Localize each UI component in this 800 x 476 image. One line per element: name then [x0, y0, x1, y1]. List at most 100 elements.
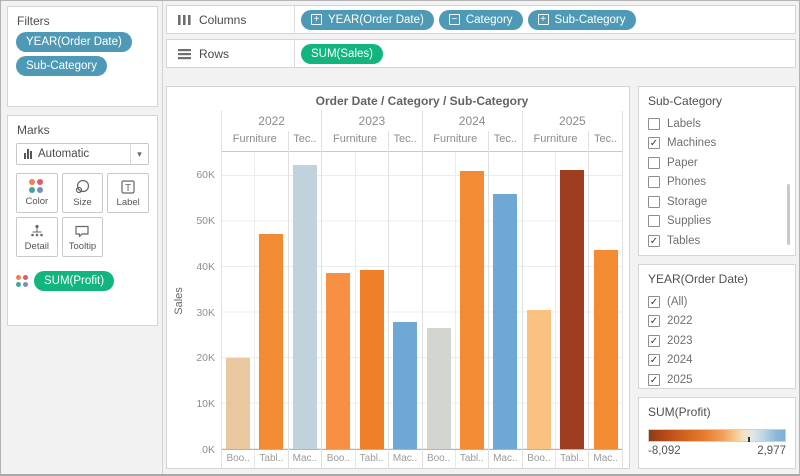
- checked-checkbox-icon[interactable]: ✓: [648, 235, 660, 247]
- columns-pill-sub-category[interactable]: +Sub-Category: [528, 10, 636, 30]
- subcategory-item-labels[interactable]: Labels: [648, 114, 795, 134]
- year-item--all-[interactable]: ✓(All): [648, 292, 795, 312]
- pill-label: SUM(Sales): [311, 48, 373, 60]
- y-axis-ticks: Sales 0K10K20K30K40K50K60K: [167, 151, 221, 450]
- year-item-2024[interactable]: ✓2024: [648, 351, 795, 371]
- checkbox-label: Paper: [667, 157, 698, 169]
- rows-pill-sum-sales-[interactable]: SUM(Sales): [301, 44, 383, 64]
- columns-pill-year-order-date-[interactable]: +YEAR(Order Date): [301, 10, 434, 30]
- bar-2024-tabl[interactable]: [460, 171, 484, 449]
- chart-pane: [523, 151, 589, 450]
- tableau-workspace: Filters YEAR(Order Date)Sub-Category Mar…: [0, 0, 800, 476]
- checked-checkbox-icon[interactable]: ✓: [648, 335, 660, 347]
- y-tick-label: 20K: [196, 352, 215, 364]
- profit-legend-card: SUM(Profit) -8,092 2,977: [638, 397, 796, 469]
- x-axis-label: Boo..: [322, 450, 354, 468]
- chevron-down-icon[interactable]: ▾: [130, 144, 148, 164]
- category-panel-2022-furniture: FurnitureBoo..Tabl..: [222, 131, 288, 468]
- x-axis-label: Mac..: [389, 450, 422, 468]
- x-axis-label: Boo..: [222, 450, 254, 468]
- checked-checkbox-icon[interactable]: ✓: [648, 354, 660, 366]
- unchecked-checkbox-icon[interactable]: [648, 215, 660, 227]
- detail-tree-icon: [29, 223, 45, 239]
- x-axis-label: Mac..: [289, 450, 322, 468]
- category-header-label: Furniture: [523, 131, 589, 151]
- bar-2022-tabl[interactable]: [259, 234, 283, 449]
- category-panel-2024-tec: Tec..Mac..: [488, 131, 522, 468]
- bar-chart-icon: [24, 149, 32, 159]
- chart-view: Order Date / Category / Sub-Category Sal…: [166, 86, 630, 469]
- unchecked-checkbox-icon[interactable]: [648, 118, 660, 130]
- chart-pane: [322, 151, 388, 450]
- bar-2023-mac[interactable]: [393, 322, 417, 449]
- expand-box-icon[interactable]: +: [311, 14, 322, 25]
- y-axis: Sales 0K10K20K30K40K50K60K: [167, 111, 221, 468]
- bar-2023-tabl[interactable]: [360, 270, 384, 449]
- scrollbar-thumb[interactable]: [787, 184, 790, 244]
- chart-pane: [423, 151, 489, 450]
- unchecked-checkbox-icon[interactable]: [648, 157, 660, 169]
- bar-cell: [589, 152, 622, 449]
- right-panel: Sub-Category Labels✓MachinesPaperPhonesS…: [638, 86, 796, 469]
- chart-pane: [589, 151, 622, 450]
- profit-color-gradient[interactable]: [648, 429, 786, 442]
- x-axis-label: Tabl..: [254, 450, 287, 468]
- collapse-box-icon[interactable]: −: [449, 14, 460, 25]
- svg-text:T: T: [125, 183, 131, 194]
- bar-2025-tabl[interactable]: [560, 170, 584, 449]
- checked-checkbox-icon[interactable]: ✓: [648, 315, 660, 327]
- sum-profit-pill[interactable]: SUM(Profit): [34, 271, 114, 291]
- year-item-2023[interactable]: ✓2023: [648, 331, 795, 351]
- subcategory-item-tables[interactable]: ✓Tables: [648, 231, 795, 251]
- size-button[interactable]: Size: [62, 173, 104, 213]
- tooltip-button[interactable]: Tooltip: [62, 217, 104, 257]
- checked-checkbox-icon[interactable]: ✓: [648, 374, 660, 386]
- label-button[interactable]: T Label: [107, 173, 149, 213]
- rows-shelf-label: Rows: [167, 40, 295, 67]
- bar-2022-mac[interactable]: [293, 165, 317, 449]
- category-panel-2024-furniture: FurnitureBoo..Tabl..: [423, 131, 489, 468]
- year-item-2025[interactable]: ✓ 2025: [648, 370, 795, 390]
- rows-icon: [178, 48, 191, 60]
- color-encoding-row: SUM(Profit): [16, 271, 157, 291]
- bar-cell: [423, 152, 455, 449]
- bar-cell: [322, 152, 354, 449]
- year-item-2022[interactable]: ✓2022: [648, 312, 795, 332]
- category-panel-2023-tec: Tec..Mac..: [388, 131, 422, 468]
- subcategory-item-phones[interactable]: Phones: [648, 173, 795, 193]
- bar-2022-boo[interactable]: [226, 358, 250, 449]
- detail-button[interactable]: Detail: [16, 217, 58, 257]
- tooltip-bubble-icon: [74, 223, 90, 239]
- filter-pill-sub-category[interactable]: Sub-Category: [16, 56, 107, 76]
- bar-2024-boo[interactable]: [427, 328, 451, 449]
- x-axis-label: Mac..: [589, 450, 622, 468]
- left-sidebar: Filters YEAR(Order Date)Sub-Category Mar…: [4, 1, 163, 474]
- bar-2023-boo[interactable]: [326, 273, 350, 449]
- subcategory-item-machines[interactable]: ✓Machines: [648, 134, 795, 154]
- category-header-label: Furniture: [322, 131, 388, 151]
- checked-checkbox-icon[interactable]: ✓: [648, 137, 660, 149]
- bar-cell: [289, 152, 322, 449]
- bar-2025-boo[interactable]: [527, 310, 551, 449]
- checked-checkbox-icon[interactable]: ✓: [648, 296, 660, 308]
- subcategory-item-supplies[interactable]: Supplies: [648, 212, 795, 232]
- category-header-label: Tec..: [489, 131, 522, 151]
- expand-box-icon[interactable]: +: [538, 14, 549, 25]
- text-label-icon: T: [120, 179, 136, 195]
- unchecked-checkbox-icon[interactable]: [648, 176, 660, 188]
- mark-type-dropdown[interactable]: Automatic ▾: [16, 143, 149, 165]
- filter-pill-year-order-date-[interactable]: YEAR(Order Date): [16, 32, 132, 52]
- year-header-label: 2024: [423, 111, 522, 131]
- chart-pane: [389, 151, 422, 450]
- bar-2025-mac[interactable]: [594, 250, 618, 449]
- color-button[interactable]: Color: [16, 173, 58, 213]
- columns-pill-category[interactable]: −Category: [439, 10, 523, 30]
- year-header-label: 2022: [222, 111, 321, 131]
- subcategory-item-storage[interactable]: Storage: [648, 192, 795, 212]
- category-panel-2022-tec: Tec..Mac..: [288, 131, 322, 468]
- y-tick-label: 10K: [196, 398, 215, 410]
- unchecked-checkbox-icon[interactable]: [648, 196, 660, 208]
- subcategory-item-paper[interactable]: Paper: [648, 153, 795, 173]
- checkbox-label: 2025: [667, 374, 693, 386]
- bar-2024-mac[interactable]: [493, 194, 517, 449]
